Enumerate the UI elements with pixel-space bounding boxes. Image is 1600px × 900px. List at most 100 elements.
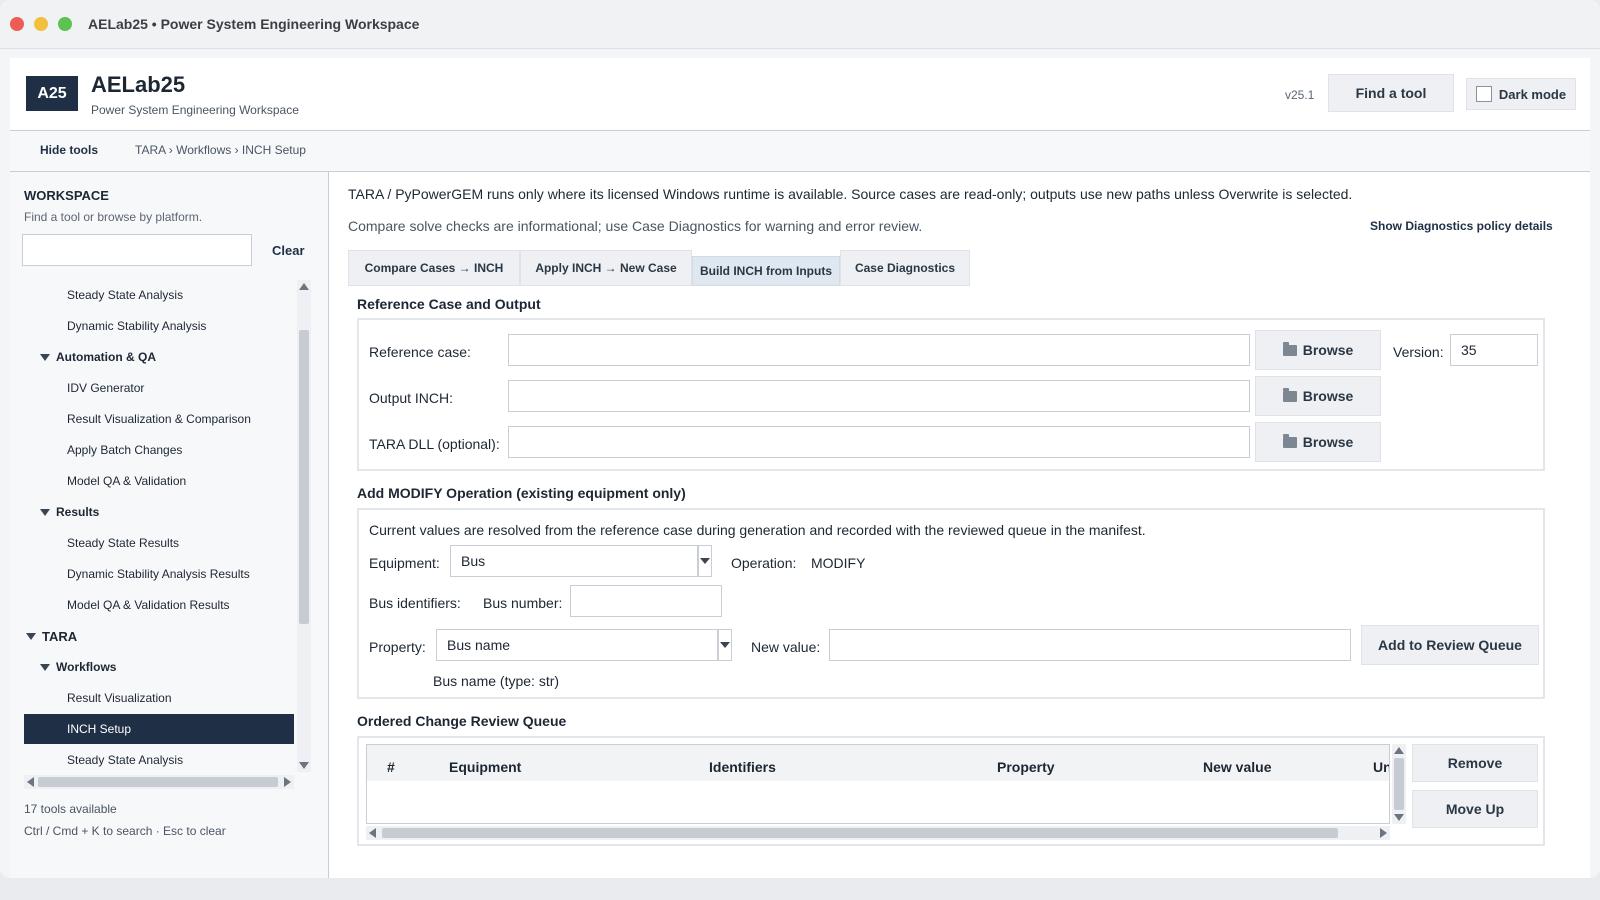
- scroll-right-icon[interactable]: [1380, 828, 1387, 838]
- column-header-unit[interactable]: Un: [1373, 759, 1389, 775]
- tree-item-label: Apply Batch Changes: [67, 443, 183, 457]
- close-window-button[interactable]: [10, 17, 24, 31]
- property-dropdown-arrow-icon[interactable]: [718, 629, 732, 661]
- tool-search-input[interactable]: [22, 234, 252, 266]
- equipment-label: Equipment:: [369, 555, 440, 571]
- tab-case-diagnostics[interactable]: Case Diagnostics: [840, 250, 970, 286]
- property-type-hint: Bus name (type: str): [433, 673, 560, 689]
- move-up-button[interactable]: Move Up: [1412, 790, 1538, 828]
- tree-item-steady-state-analysis-tara[interactable]: Steady State Analysis: [24, 745, 294, 772]
- add-to-review-queue-button[interactable]: Add to Review Queue: [1361, 625, 1539, 665]
- browse-tara-dll-button[interactable]: Browse: [1255, 422, 1381, 462]
- tree-item-model-qa-validation[interactable]: Model QA & Validation: [24, 466, 294, 496]
- browse-label: Browse: [1302, 388, 1354, 404]
- tree-item-label: INCH Setup: [67, 722, 132, 736]
- tree-item-result-visualization[interactable]: Result Visualization: [24, 683, 294, 713]
- queue-hscroll-thumb[interactable]: [382, 828, 1338, 838]
- reference-group: Reference case: Browse Version: 35 Outpu…: [357, 318, 1545, 471]
- column-header-index[interactable]: #: [387, 759, 395, 775]
- tree-group-results[interactable]: Results: [24, 497, 294, 527]
- clear-search-button[interactable]: Clear: [272, 243, 305, 258]
- expand-triangle-icon[interactable]: [40, 508, 50, 516]
- new-value-input[interactable]: [829, 629, 1351, 661]
- tree-item-steady-state-results[interactable]: Steady State Results: [24, 528, 294, 558]
- version-input[interactable]: 35: [1450, 334, 1538, 366]
- tree-group-automation-qa[interactable]: Automation & QA: [24, 342, 294, 372]
- output-inch-input[interactable]: [508, 380, 1250, 412]
- queue-horizontal-scrollbar[interactable]: [366, 826, 1390, 840]
- queue-vertical-scrollbar[interactable]: [1392, 744, 1406, 824]
- scroll-down-icon[interactable]: [299, 762, 309, 769]
- property-select[interactable]: Bus name: [436, 629, 718, 661]
- tree-item-label: Steady State Results: [67, 536, 180, 550]
- tree-item-model-qa-validation-results[interactable]: Model QA & Validation Results: [24, 590, 294, 620]
- reference-section-title: Reference Case and Output: [357, 296, 541, 312]
- equipment-select[interactable]: Bus: [450, 545, 698, 577]
- equipment-dropdown-arrow-icon[interactable]: [698, 545, 712, 577]
- scroll-left-icon[interactable]: [27, 777, 34, 787]
- tree-item-apply-batch-changes[interactable]: Apply Batch Changes: [24, 435, 294, 465]
- app-subtitle: Power System Engineering Workspace: [91, 103, 299, 117]
- minimize-window-button[interactable]: [34, 17, 48, 31]
- operation-label: Operation:: [731, 555, 797, 571]
- scroll-right-icon[interactable]: [284, 777, 291, 787]
- tree-item-idv-generator[interactable]: IDV Generator: [24, 373, 294, 403]
- folder-icon: [1282, 341, 1297, 356]
- reference-case-input[interactable]: [508, 334, 1250, 366]
- column-header-equipment[interactable]: Equipment: [449, 759, 521, 775]
- expand-triangle-icon[interactable]: [40, 353, 50, 361]
- scroll-left-icon[interactable]: [369, 828, 376, 838]
- queue-section-title: Ordered Change Review Queue: [357, 713, 567, 729]
- title-bar: AELab25 • Power System Engineering Works…: [0, 0, 1600, 49]
- column-header-identifiers[interactable]: Identifiers: [709, 759, 776, 775]
- column-header-property[interactable]: Property: [997, 759, 1055, 775]
- tree-group-workflows[interactable]: Workflows: [24, 652, 294, 682]
- column-header-new-value[interactable]: New value: [1203, 759, 1271, 775]
- expand-triangle-icon[interactable]: [40, 663, 50, 671]
- browse-label: Browse: [1302, 342, 1354, 358]
- bus-identifiers-label: Bus identifiers:: [369, 595, 461, 611]
- diagnostics-policy-link[interactable]: Show Diagnostics policy details: [1370, 219, 1553, 233]
- scroll-up-icon[interactable]: [299, 283, 309, 290]
- dark-mode-toggle[interactable]: Dark mode: [1466, 78, 1576, 110]
- maximize-window-button[interactable]: [58, 17, 72, 31]
- scroll-down-icon[interactable]: [1394, 814, 1404, 821]
- sidebar-scroll-thumb[interactable]: [299, 330, 309, 624]
- tab-apply-inch[interactable]: Apply INCH → New Case: [520, 250, 692, 286]
- tab-compare-cases[interactable]: Compare Cases → INCH: [348, 250, 520, 286]
- queue-scroll-thumb[interactable]: [1394, 758, 1404, 810]
- tree-item-dynamic-stability-analysis[interactable]: Dynamic Stability Analysis: [24, 311, 294, 341]
- tree-item-label: Dynamic Stability Analysis Results: [67, 567, 250, 581]
- sidebar: WORKSPACE Find a tool or browse by platf…: [10, 172, 329, 878]
- review-queue-table[interactable]: # Equipment Identifiers Property New val…: [366, 744, 1390, 824]
- tara-dll-input[interactable]: [508, 426, 1250, 458]
- folder-icon: [1282, 433, 1297, 448]
- tree-item-label: Results: [56, 505, 100, 519]
- tree-item-label: Result Visualization: [67, 691, 172, 705]
- browse-output-inch-button[interactable]: Browse: [1255, 376, 1381, 416]
- scroll-up-icon[interactable]: [1394, 747, 1404, 754]
- browse-reference-case-button[interactable]: Browse: [1255, 330, 1381, 370]
- tree-item-inch-setup[interactable]: INCH Setup: [24, 714, 294, 744]
- sidebar-horizontal-scrollbar[interactable]: [24, 775, 294, 789]
- remove-button[interactable]: Remove: [1412, 744, 1538, 782]
- tree-item-steady-state-analysis[interactable]: Steady State Analysis: [24, 280, 294, 310]
- hide-tools-button[interactable]: Hide tools: [40, 143, 98, 157]
- tree-item-label: Automation & QA: [56, 350, 156, 364]
- tree-item-label: Steady State Analysis: [67, 753, 184, 767]
- sidebar-hscroll-thumb[interactable]: [38, 777, 278, 787]
- dark-mode-checkbox[interactable]: [1475, 86, 1492, 102]
- queue-group: # Equipment Identifiers Property New val…: [357, 736, 1545, 846]
- sidebar-vertical-scrollbar[interactable]: [297, 280, 311, 772]
- bus-number-label: Bus number:: [483, 595, 563, 611]
- breadcrumb: TARA › Workflows › INCH Setup: [135, 143, 306, 157]
- tree-item-label: TARA: [42, 628, 78, 644]
- tree-item-dynamic-stability-analysis-results[interactable]: Dynamic Stability Analysis Results: [24, 559, 294, 589]
- tool-count: 17 tools available: [24, 802, 117, 816]
- expand-triangle-icon[interactable]: [26, 632, 36, 640]
- tab-build-inch[interactable]: Build INCH from Inputs: [692, 256, 840, 286]
- tree-group-tara[interactable]: TARA: [24, 621, 294, 651]
- find-tool-button[interactable]: Find a tool: [1328, 74, 1454, 112]
- bus-number-input[interactable]: [570, 585, 722, 617]
- tree-item-result-visualization-comparison[interactable]: Result Visualization & Comparison: [24, 404, 294, 434]
